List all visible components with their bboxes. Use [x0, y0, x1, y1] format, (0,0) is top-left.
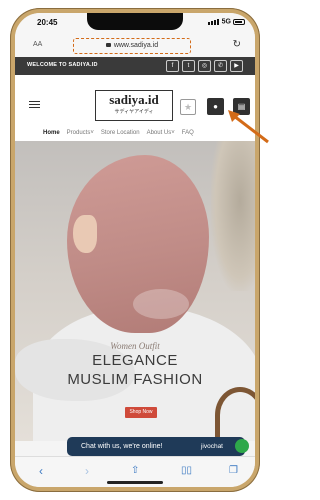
hero-text: Women Outfit ELEGANCE MUSLIM FASHION	[15, 341, 255, 389]
nav-item-store-location[interactable]: Store Location	[101, 127, 140, 141]
hero-script: Women Outfit	[110, 341, 160, 351]
home-indicator	[107, 481, 163, 484]
nav-item-home[interactable]: Home	[43, 127, 60, 141]
phone-icon[interactable]: ✆	[214, 60, 227, 72]
reload-icon[interactable]: ↻	[233, 39, 241, 50]
notch	[87, 13, 183, 30]
network-label: 5G	[221, 18, 231, 26]
bookmarks-icon[interactable]: ▯▯	[181, 465, 192, 476]
share-icon[interactable]: ⇧	[131, 465, 139, 476]
chevron-down-icon: ˅	[90, 130, 94, 136]
status-time: 20:45	[37, 18, 58, 27]
chat-brand: jivochat	[200, 443, 223, 450]
hero-background-tree	[211, 141, 255, 291]
hero-chair	[215, 387, 255, 441]
nav-label: About Us	[146, 130, 172, 136]
site-logo[interactable]: sadiya.id サディヤアイディ	[95, 90, 173, 121]
nav-label: Products	[66, 130, 91, 136]
chat-text: Chat with us, we're online!	[81, 443, 163, 450]
hero-model-face	[73, 215, 97, 253]
forward-icon[interactable]: ›	[85, 464, 89, 478]
signal-indicator: 5G	[207, 18, 231, 26]
hijab-lace-detail	[133, 289, 189, 319]
tabs-icon[interactable]: ❐	[229, 465, 238, 476]
back-icon[interactable]: ‹	[39, 464, 43, 478]
social-links: f t ◎ ✆ ▶	[166, 60, 243, 72]
phone-frame: 20:45 5G AA www.sadiya.id ↻ WELCOME TO S…	[10, 8, 260, 492]
welcome-bar: WELCOME TO SADIYA.ID f t ◎ ✆ ▶	[15, 57, 255, 75]
twitter-icon[interactable]: t	[182, 60, 195, 72]
stage: 20:45 5G AA www.sadiya.id ↻ WELCOME TO S…	[0, 0, 270, 500]
star-icon[interactable]: ★	[180, 99, 196, 115]
chat-icon[interactable]	[235, 439, 249, 453]
status-bar: 20:45 5G	[15, 13, 255, 35]
url-text: www.sadiya.id	[113, 42, 159, 49]
facebook-icon[interactable]: f	[166, 60, 179, 72]
welcome-text: WELCOME TO SADIYA.ID	[27, 62, 98, 68]
youtube-icon[interactable]: ▶	[230, 60, 243, 72]
site-header: sadiya.id サディヤアイディ ★ ● ▤	[15, 75, 255, 127]
url-field[interactable]: www.sadiya.id	[73, 38, 191, 54]
phone-screen: 20:45 5G AA www.sadiya.id ↻ WELCOME TO S…	[15, 13, 255, 487]
text-size-button[interactable]: AA	[33, 41, 42, 48]
battery-icon	[233, 19, 245, 25]
hamburger-icon[interactable]	[29, 101, 40, 110]
annotation-arrow-icon	[228, 110, 269, 144]
signal-bars-icon	[207, 18, 220, 25]
main-nav: Home Products˅ Store Location About Us˅ …	[15, 127, 255, 141]
lock-icon	[105, 43, 111, 48]
chat-widget[interactable]: Chat with us, we're online! jivochat	[67, 437, 249, 456]
hero-banner: Women Outfit ELEGANCE MUSLIM FASHION Sho…	[15, 141, 255, 441]
chevron-down-icon: ˅	[171, 130, 175, 136]
nav-item-products[interactable]: Products˅	[67, 127, 94, 141]
logo-text: sadiya.id	[109, 92, 159, 107]
hero-headline-2: MUSLIM FASHION	[67, 371, 203, 388]
nav-item-about-us[interactable]: About Us˅	[147, 127, 175, 141]
instagram-icon[interactable]: ◎	[198, 60, 211, 72]
browser-address-bar: AA www.sadiya.id ↻	[15, 35, 255, 57]
hero-headline-1: ELEGANCE	[92, 352, 178, 369]
nav-item-faq[interactable]: FAQ	[182, 127, 194, 141]
user-icon[interactable]: ●	[207, 98, 224, 115]
shop-now-button[interactable]: Shop Now	[125, 407, 157, 418]
logo-subtext: サディヤアイディ	[114, 109, 154, 115]
